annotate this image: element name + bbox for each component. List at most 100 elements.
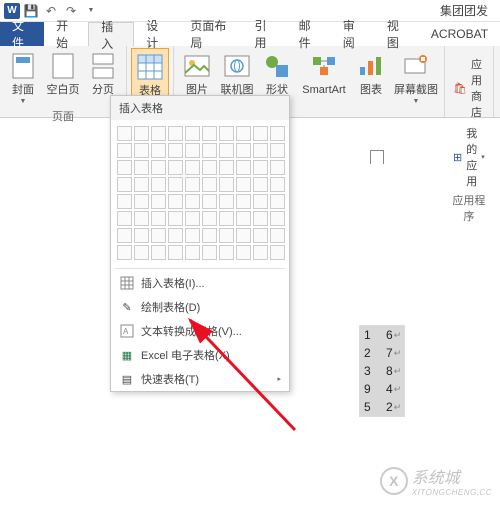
table-grid-cell[interactable] [236,126,251,141]
table-grid-cell[interactable] [117,245,132,260]
table-grid-cell[interactable] [202,177,217,192]
table-grid-cell[interactable] [219,177,234,192]
table-grid-cell[interactable] [151,143,166,158]
table-grid-cell[interactable] [219,194,234,209]
page-break-button[interactable]: 分页 [84,48,122,98]
table-grid-cell[interactable] [168,177,183,192]
table-grid-cell[interactable] [185,126,200,141]
table-grid-cell[interactable] [151,160,166,175]
smartart-button[interactable]: SmartArt [298,48,350,98]
table-grid-cell[interactable] [168,160,183,175]
table-grid-cell[interactable] [185,245,200,260]
table-grid-cell[interactable] [253,177,268,192]
tab-layout[interactable]: 页面布局 [178,22,242,46]
table-grid-cell[interactable] [219,211,234,226]
table-grid-cell[interactable] [185,143,200,158]
table-grid-cell[interactable] [236,211,251,226]
table-grid-cell[interactable] [202,245,217,260]
table-grid-cell[interactable] [202,143,217,158]
table-grid-cell[interactable] [236,228,251,243]
table-grid-cell[interactable] [253,245,268,260]
tab-review[interactable]: 审阅 [331,22,375,46]
table-grid-cell[interactable] [219,245,234,260]
document-selected-text[interactable]: 16↵ 27↵ 38↵ 94↵ 52↵ [359,325,405,417]
tab-insert[interactable]: 插入 [88,22,134,46]
table-grid-cell[interactable] [270,160,285,175]
table-grid-cell[interactable] [270,177,285,192]
table-grid-cell[interactable] [236,245,251,260]
table-grid-cell[interactable] [219,228,234,243]
table-grid-cell[interactable] [270,245,285,260]
table-grid-cell[interactable] [134,228,149,243]
table-grid-cell[interactable] [168,245,183,260]
table-grid-cell[interactable] [236,160,251,175]
table-grid-cell[interactable] [253,143,268,158]
table-grid-cell[interactable] [253,126,268,141]
table-grid-cell[interactable] [253,194,268,209]
table-grid-cell[interactable] [151,126,166,141]
table-grid-cell[interactable] [236,194,251,209]
table-grid-cell[interactable] [117,160,132,175]
table-grid-cell[interactable] [134,211,149,226]
tab-view[interactable]: 视图 [375,22,419,46]
chart-button[interactable]: 图表 [352,48,390,98]
table-grid-cell[interactable] [168,211,183,226]
menu-draw-table[interactable]: ✎ 绘制表格(D) [111,295,289,319]
table-grid-cell[interactable] [134,245,149,260]
table-grid-cell[interactable] [202,194,217,209]
table-grid-cell[interactable] [117,211,132,226]
table-grid-cell[interactable] [202,160,217,175]
table-grid-cell[interactable] [185,228,200,243]
table-grid-cell[interactable] [185,211,200,226]
table-grid-cell[interactable] [219,143,234,158]
table-grid-cell[interactable] [117,126,132,141]
table-grid-cell[interactable] [168,126,183,141]
tab-references[interactable]: 引用 [243,22,287,46]
table-grid-cell[interactable] [185,177,200,192]
table-grid-cell[interactable] [117,143,132,158]
table-grid-cell[interactable] [253,228,268,243]
table-grid-cell[interactable] [219,160,234,175]
tab-design[interactable]: 设计 [134,22,178,46]
menu-insert-table[interactable]: 插入表格(I)... [111,271,289,295]
table-grid-cell[interactable] [202,126,217,141]
table-grid-cell[interactable] [134,194,149,209]
blank-page-button[interactable]: 空白页 [44,48,82,98]
table-size-grid[interactable] [111,120,289,266]
table-grid-cell[interactable] [270,194,285,209]
menu-quick-tables[interactable]: ▤ 快速表格(T) ▸ [111,367,289,391]
table-grid-cell[interactable] [151,211,166,226]
table-grid-cell[interactable] [253,160,268,175]
my-apps-button[interactable]: ⊞ 我的应用 ▾ [449,123,489,191]
cover-page-button[interactable]: 封面 ▼ [4,48,42,107]
table-grid-cell[interactable] [185,160,200,175]
table-grid-cell[interactable] [151,177,166,192]
table-grid-cell[interactable] [134,177,149,192]
tab-mailings[interactable]: 邮件 [287,22,331,46]
table-grid-cell[interactable] [117,228,132,243]
pictures-button[interactable]: 图片 [178,48,216,98]
table-grid-cell[interactable] [236,143,251,158]
table-grid-cell[interactable] [134,143,149,158]
table-grid-cell[interactable] [117,177,132,192]
table-grid-cell[interactable] [270,211,285,226]
table-grid-cell[interactable] [270,143,285,158]
menu-convert-text-to-table[interactable]: A 文本转换成表格(V)... [111,319,289,343]
table-grid-cell[interactable] [253,211,268,226]
table-grid-cell[interactable] [168,228,183,243]
table-grid-cell[interactable] [219,126,234,141]
table-grid-cell[interactable] [151,194,166,209]
table-grid-cell[interactable] [168,143,183,158]
tab-file[interactable]: 文件 [0,22,44,46]
table-grid-cell[interactable] [270,126,285,141]
table-grid-cell[interactable] [202,228,217,243]
table-grid-cell[interactable] [151,245,166,260]
tab-acrobat[interactable]: ACROBAT [419,22,500,46]
screenshot-button[interactable]: 屏幕截图 ▼ [392,48,440,107]
table-grid-cell[interactable] [117,194,132,209]
table-grid-cell[interactable] [168,194,183,209]
table-grid-cell[interactable] [134,160,149,175]
tab-home[interactable]: 开始 [44,22,88,46]
table-grid-cell[interactable] [134,126,149,141]
qat-dropdown-icon[interactable]: ▼ [82,2,100,20]
